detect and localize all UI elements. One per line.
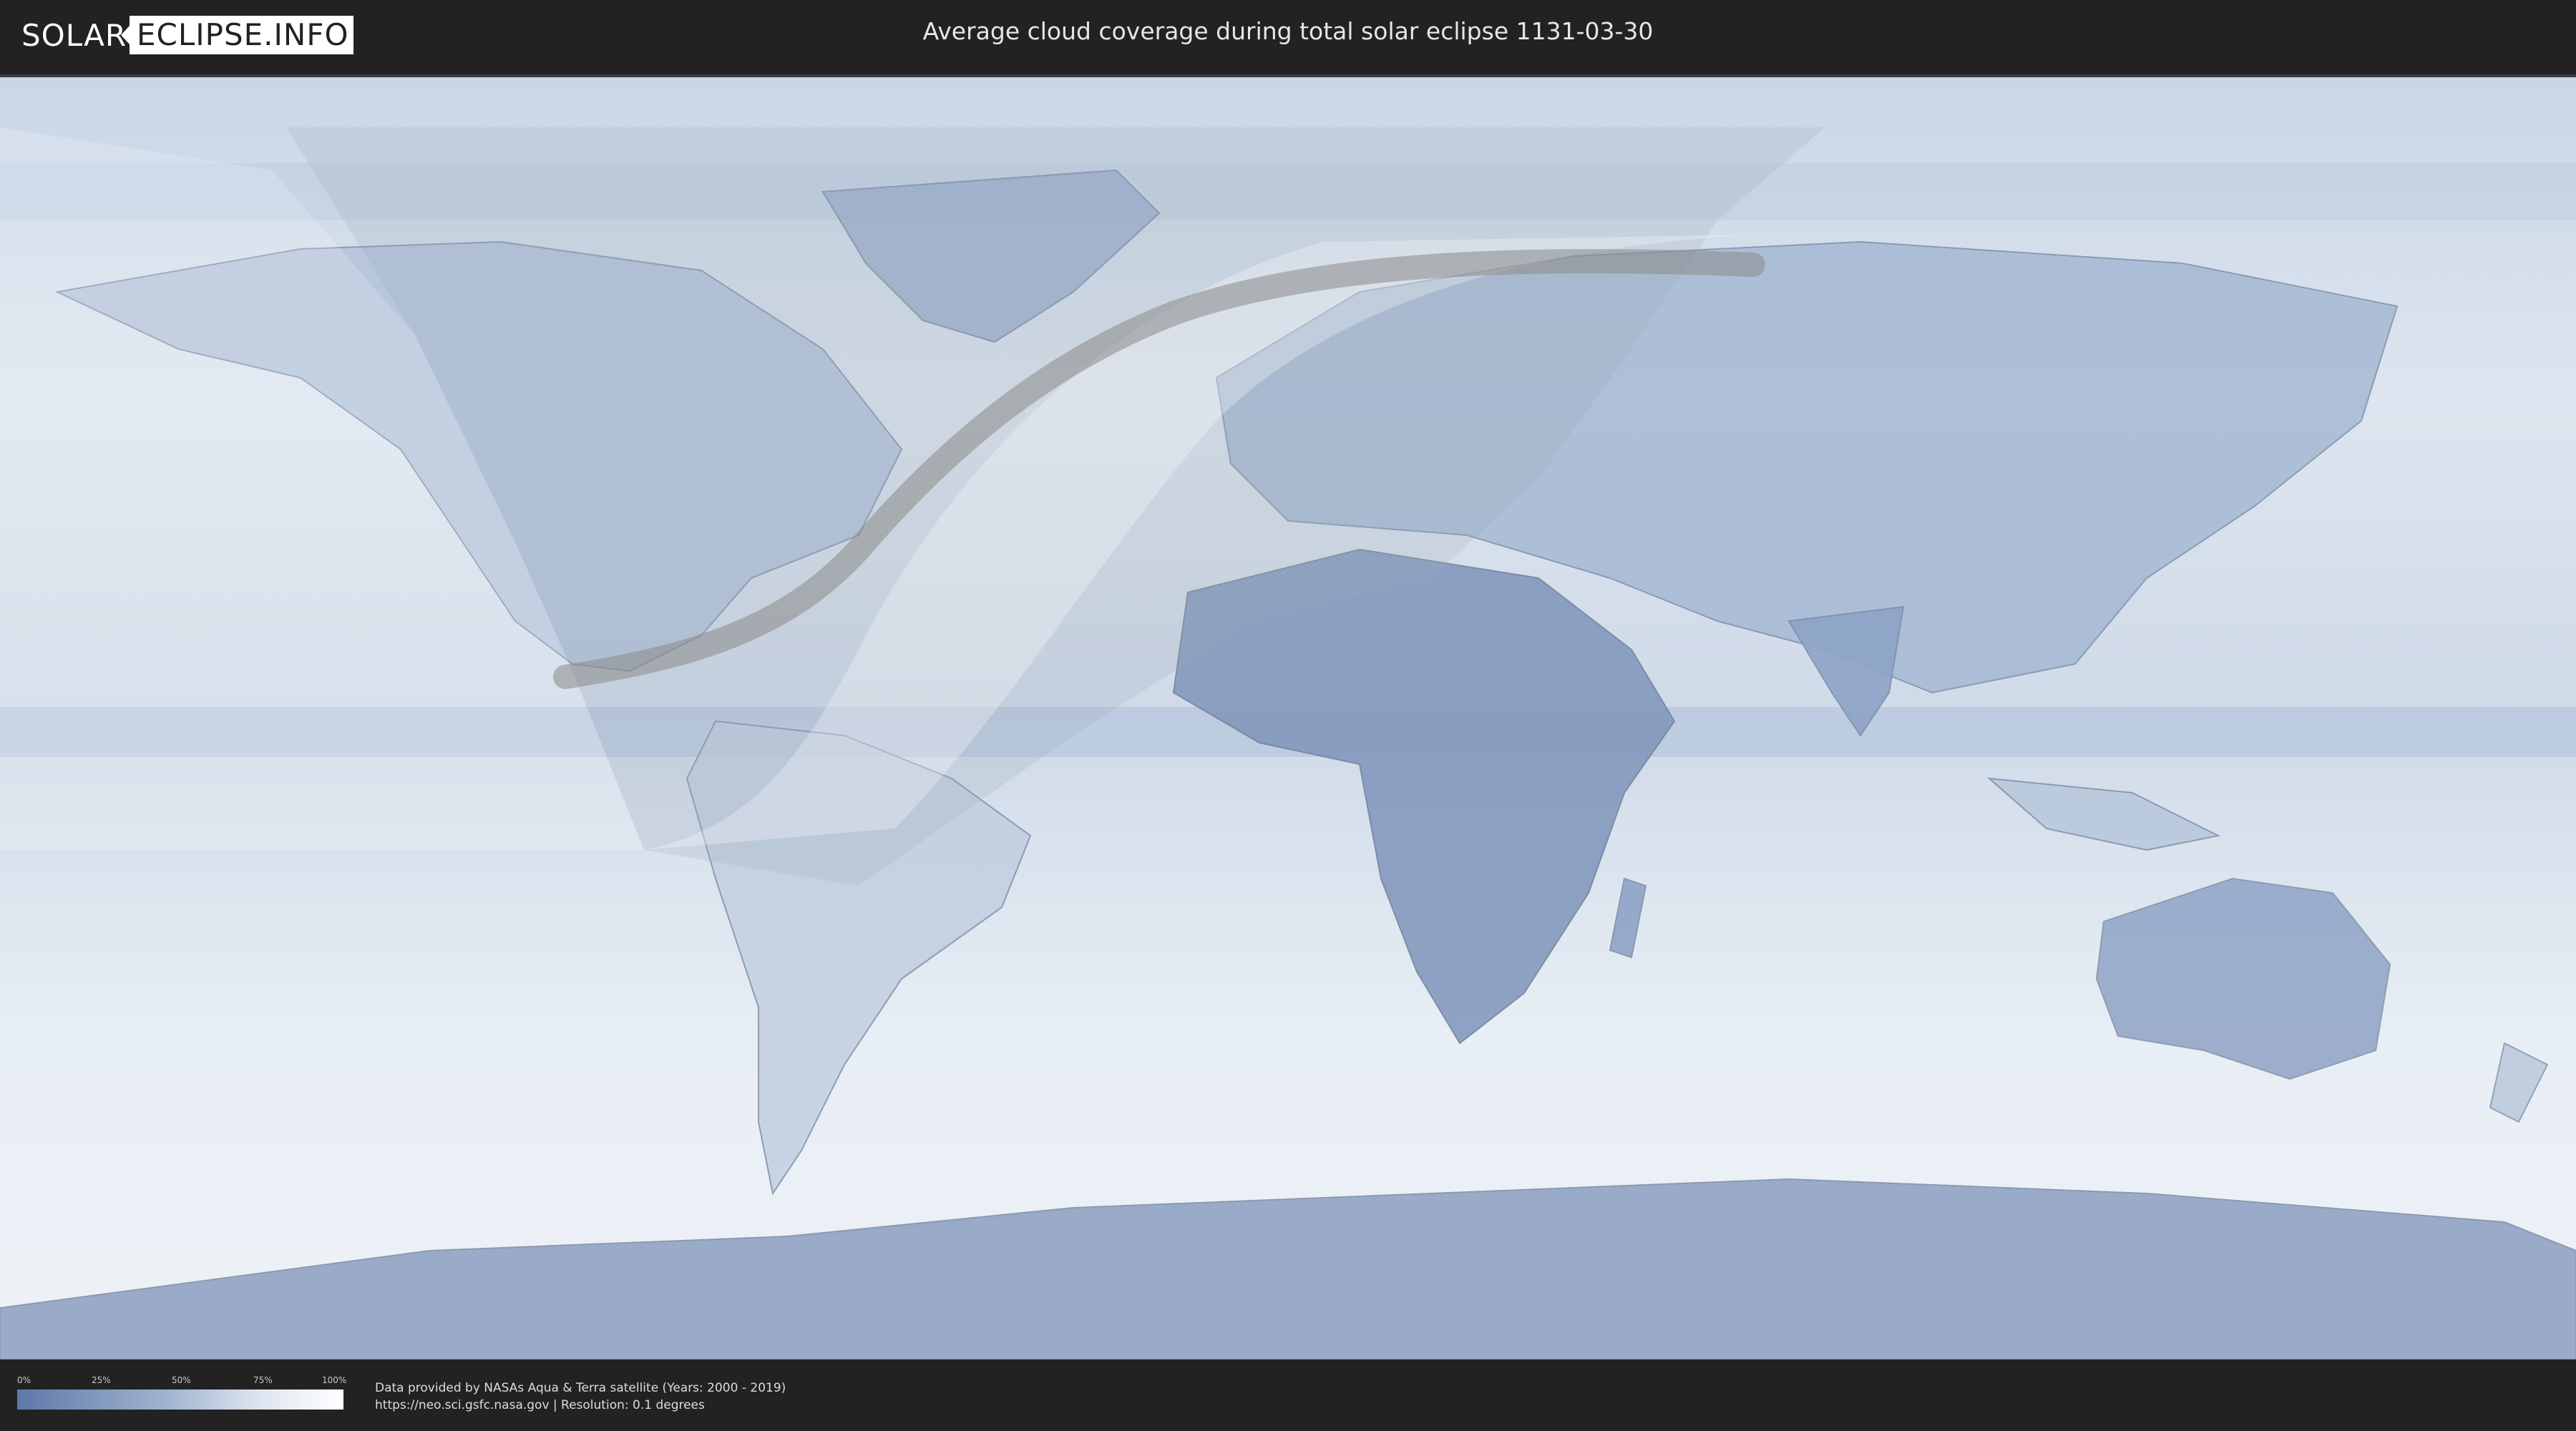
world-map-graphic	[0, 77, 2576, 1359]
cloud-coverage-legend: 0% 25% 50% 75% 100%	[17, 1375, 347, 1410]
legend-tick-50: 50%	[172, 1375, 191, 1385]
credit-line-url[interactable]: https://neo.sci.gsfc.nasa.gov | Resoluti…	[375, 1397, 786, 1414]
legend-tick-0: 0%	[17, 1375, 31, 1385]
header-bar: SOLAR ECLIPSE.INFO Average cloud coverag…	[0, 0, 2576, 72]
page-title: Average cloud coverage during total sola…	[922, 17, 1654, 45]
legend-tick-25: 25%	[92, 1375, 111, 1385]
legend-tick-75: 75%	[253, 1375, 273, 1385]
cloud-coverage-map	[0, 74, 2576, 1362]
footer-bar: 0% 25% 50% 75% 100% Data provided by NAS…	[0, 1359, 2576, 1431]
legend-ticks: 0% 25% 50% 75% 100%	[17, 1375, 347, 1387]
data-credits: Data provided by NASAs Aqua & Terra sate…	[375, 1379, 786, 1414]
legend-color-bar	[17, 1390, 343, 1410]
legend-tick-100: 100%	[322, 1375, 347, 1385]
credit-line-source: Data provided by NASAs Aqua & Terra sate…	[375, 1381, 786, 1395]
